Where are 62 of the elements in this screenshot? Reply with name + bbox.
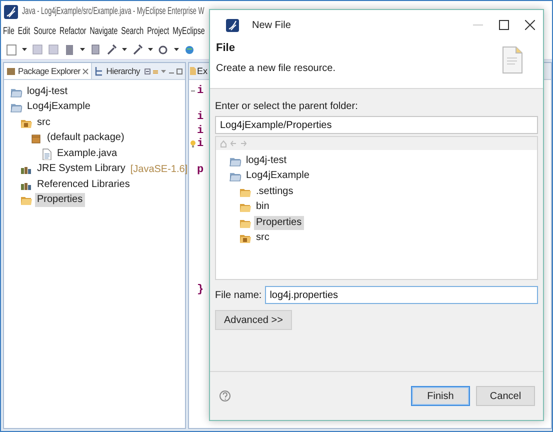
tree-item[interactable]: log4j-test [244,154,289,168]
folder-icon [20,194,32,206]
project-icon [229,170,241,182]
tree-item[interactable]: src [35,116,52,130]
code-text: i [197,124,204,137]
lightbulb-icon [190,140,196,148]
advanced-button[interactable]: Advanced >> [215,310,292,330]
dialog-button[interactable]: Cancel [476,386,535,406]
triangle-icon[interactable] [160,68,167,74]
hierarchy-icon [94,66,104,76]
menu-item[interactable]: File [3,26,14,36]
code-text: i [197,84,204,97]
fold-icon[interactable] [190,88,196,94]
code-text: i [197,111,204,124]
tree-item[interactable]: Log4jExample [244,169,312,184]
tree-item[interactable]: bin [254,200,272,214]
field-label: Enter or select the parent folder: [215,101,359,112]
app-logo-icon [4,4,18,18]
menu-item[interactable]: Refactor [60,26,86,36]
package-folder-icon [239,232,251,244]
menu-item[interactable]: Search [121,26,144,36]
panel-tab[interactable]: Hierarchy [92,63,142,79]
menu-item[interactable]: Source [34,26,56,36]
collapse-icon[interactable] [144,68,151,74]
tree-item[interactable]: (default package) [45,131,126,146]
file-icon [40,148,52,160]
dialog-description: Create a new file resource. [216,63,336,74]
tree-item-decoration: [JavaSE-1.6] [130,164,188,175]
maximize-icon[interactable] [499,20,509,30]
menu-item[interactable]: MyEclipse [172,26,205,36]
close-icon[interactable] [525,20,535,30]
window-title: Java - Log4jExample/src/Example.java - MyEclipse Enterprise W [22,6,204,17]
help-icon[interactable] [219,390,231,402]
code-text: i [197,138,204,150]
java-file-icon [190,67,196,75]
tree-item[interactable]: src [254,231,272,246]
menu-item[interactable]: Project [147,26,170,36]
folder-icon [239,201,251,214]
menu-item[interactable]: Edit [18,26,30,36]
panel-tab[interactable]: Package Explorer [4,63,92,79]
file-name-field[interactable]: log4j.properties [264,286,538,304]
project-icon [10,101,22,114]
dialog-heading: File [216,42,236,54]
tree-item[interactable]: JRE System Library [35,162,128,176]
tree-item[interactable]: Properties [35,193,85,208]
tree-item[interactable]: .settings [254,184,296,199]
tree-item[interactable]: Properties [254,216,304,230]
tree-item[interactable]: Log4jExample [25,100,92,114]
menu-item[interactable]: Navigate [90,26,118,36]
tree-item[interactable]: log4j-test [25,84,70,99]
tree-item[interactable]: Referenced Libraries [35,178,132,192]
dialog-title: New File [252,20,291,30]
field-label: File name: [215,290,262,300]
code-text: } [197,284,204,296]
folder-input-field[interactable]: Log4jExample/Properties [215,116,538,134]
package-icon [30,132,42,144]
app-logo-icon [226,18,239,32]
code-text: p [197,164,204,176]
package-icon [6,66,16,76]
dialog-button[interactable]: Finish [411,386,470,406]
tree-item[interactable]: Example.java [55,146,120,161]
editor-tab[interactable]: Ex [197,66,208,76]
